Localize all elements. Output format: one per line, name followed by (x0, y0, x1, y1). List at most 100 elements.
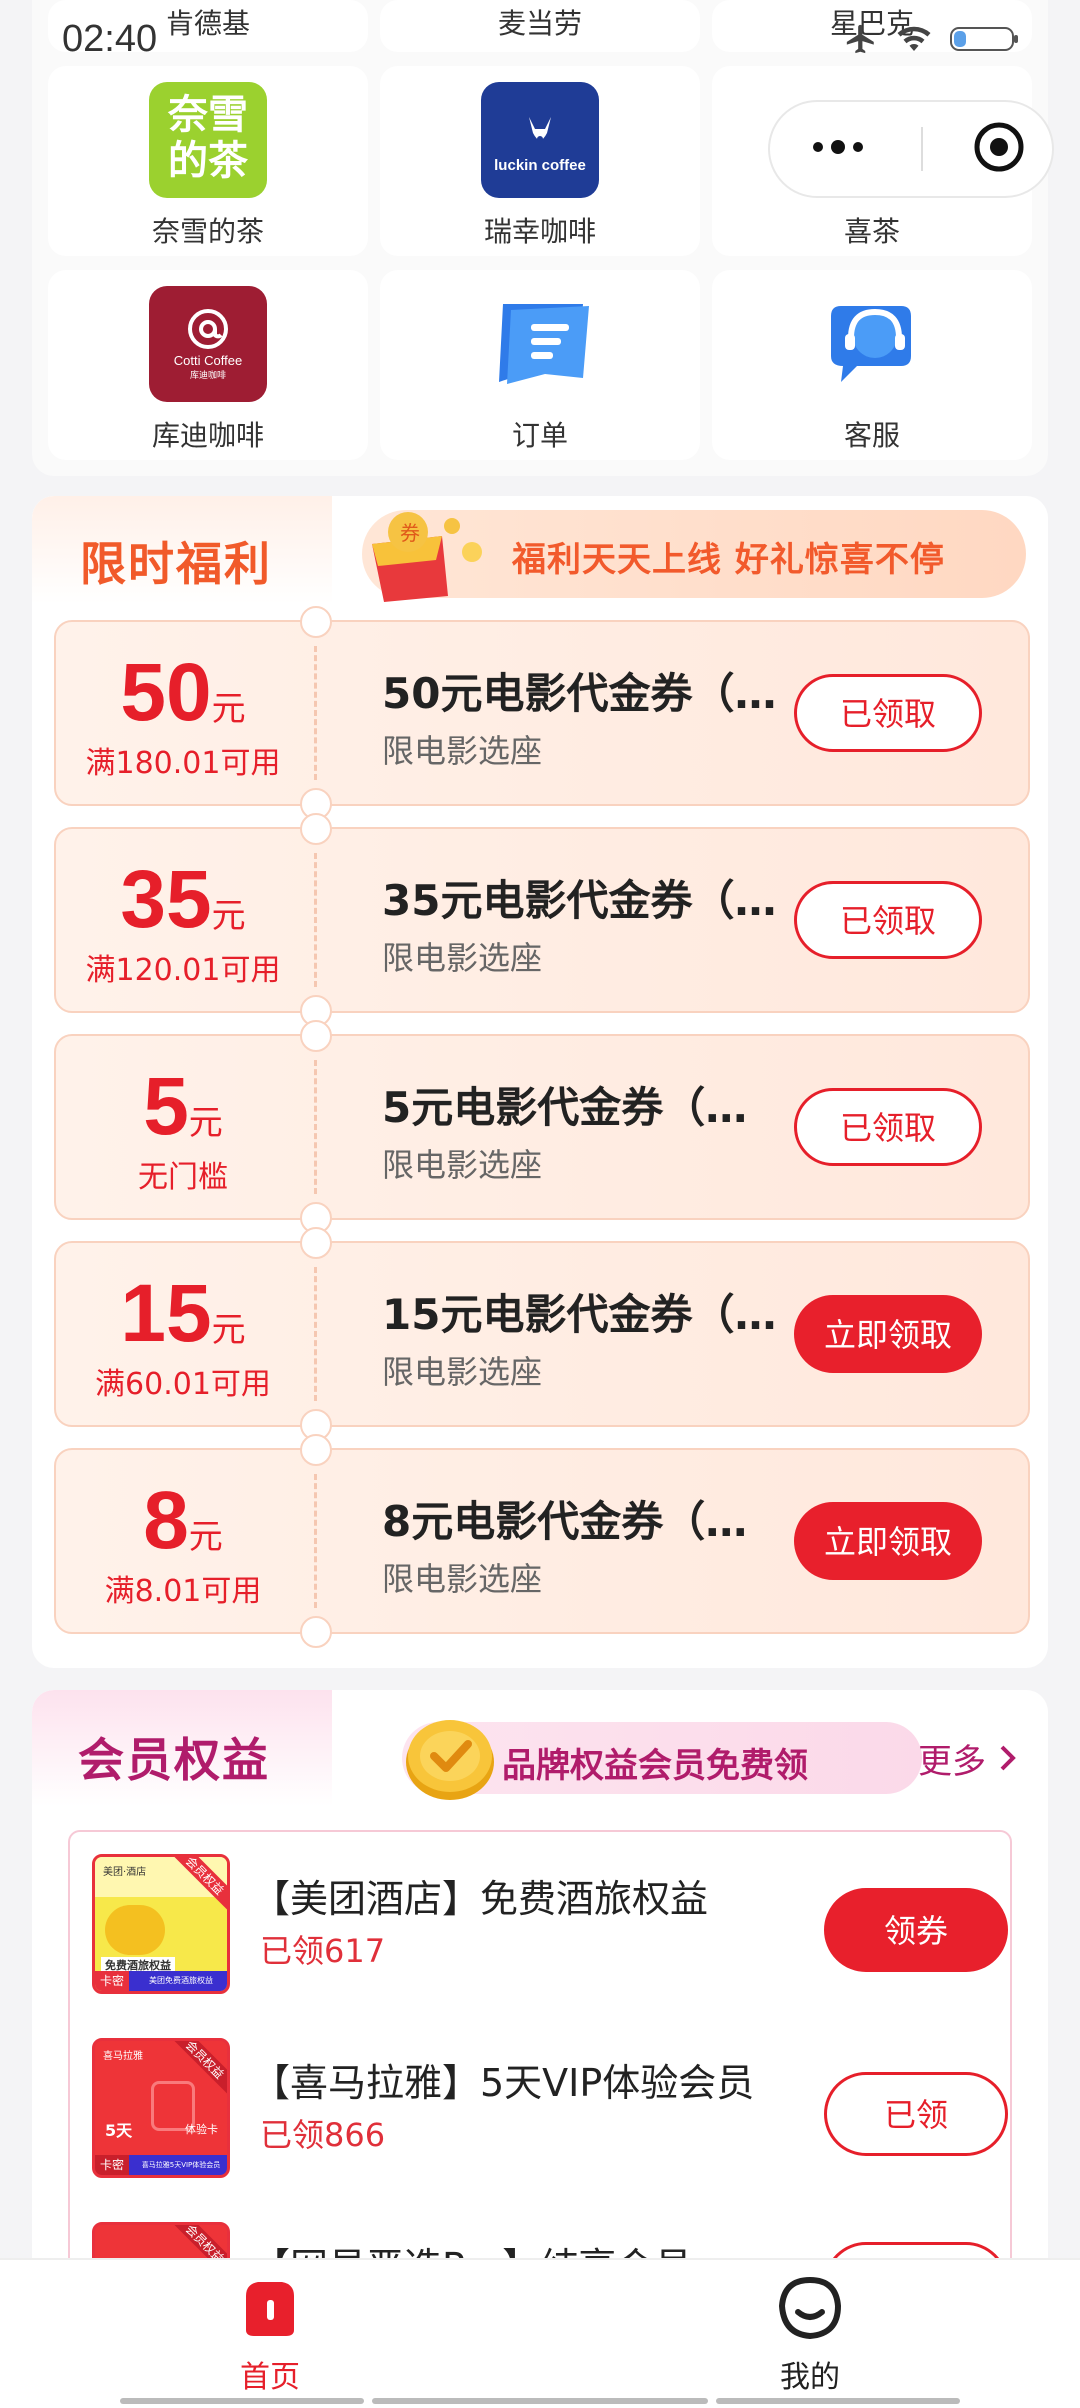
coupon-value: 8元 满8.01可用 (56, 1478, 310, 1610)
member-title: 会员权益 (32, 1690, 332, 1806)
coupon-claimed-button[interactable]: 已领取 (794, 674, 982, 752)
brand-tile-service[interactable]: 客服 (712, 270, 1032, 460)
benefit-name: 【喜马拉雅】5天VIP体验会员 (252, 2061, 755, 2105)
order-icon (481, 286, 599, 402)
battery-icon (950, 24, 1020, 58)
brand-label: 客服 (843, 419, 900, 452)
coupon-condition: 满120.01可用 (85, 953, 281, 988)
coupon-subtitle: 限电影选座 (382, 1353, 543, 1391)
chevron-right-icon (997, 1742, 1019, 1782)
brand-tile-naixue[interactable]: 奈雪 的茶 奈雪的茶 (48, 66, 368, 256)
brand-label: 瑞幸咖啡 (483, 215, 596, 248)
brand-tile-orders[interactable]: 订单 (380, 270, 700, 460)
wifi-icon (896, 24, 932, 58)
capsule-divider (921, 127, 923, 171)
gesture-bar (716, 2398, 960, 2404)
more-icon[interactable] (808, 137, 872, 161)
miniprogram-capsule (768, 100, 1054, 198)
close-miniprogram-icon[interactable] (972, 120, 1026, 178)
coupon-amount: 15 (120, 1268, 212, 1359)
coupon-divider (314, 1060, 317, 1194)
benefit-claimed-count: 已领866 (260, 2116, 386, 2154)
coupon-title: 8元电影代金券（… (382, 1497, 748, 1546)
luckin-logo: luckin coffee (481, 82, 599, 198)
coupon-unit: 元 (211, 1310, 246, 1350)
coupon-amount: 5 (143, 1061, 189, 1152)
card-footer: 美团免费酒旅权益 (129, 1971, 227, 1991)
coupon-subtitle: 限电影选座 (382, 1146, 543, 1184)
coupon-divider (314, 853, 317, 987)
coupon-subtitle: 限电影选座 (382, 939, 543, 977)
benefit-claimed-count: 已领617 (260, 1932, 386, 1970)
coupon-condition: 满8.01可用 (104, 1574, 262, 1609)
brand-tile-cotti[interactable]: Cotti Coffee 库迪咖啡 库迪咖啡 (48, 270, 368, 460)
status-bar: 02:40 (0, 0, 1080, 70)
cotti-logo-subtext: 库迪咖啡 (189, 371, 226, 381)
coupon-subtitle: 限电影选座 (382, 1560, 543, 1598)
luckin-logo-text: luckin coffee (494, 156, 586, 174)
gesture-bar (120, 2398, 364, 2404)
mascot-illustration (105, 1905, 165, 1955)
coupon-value: 5元 无门槛 (56, 1064, 310, 1196)
more-link-label: 更多 (918, 1742, 986, 1782)
coupon-unit: 元 (211, 689, 246, 729)
coupon-card: 5元 无门槛 5元电影代金券（… 限电影选座 已领取 (54, 1020, 1030, 1234)
coupon-condition: 无门槛 (138, 1160, 228, 1195)
profile-icon (776, 2276, 844, 2344)
brand-label: 库迪咖啡 (151, 419, 264, 452)
coupon-card: 15元 满60.01可用 15元电影代金券（… 限电影选座 立即领取 (54, 1227, 1030, 1441)
tab-home-label: 首页 (240, 2360, 300, 2395)
tab-home[interactable]: 首页 (170, 2276, 370, 2396)
coupon-card: 50元 满180.01可用 50元电影代金券（… 限电影选座 已领取 (54, 606, 1030, 820)
coupon-card: 35元 满120.01可用 35元电影代金券（… 限电影选座 已领取 (54, 813, 1030, 1027)
coupon-unit: 元 (211, 896, 246, 936)
status-icons (844, 22, 1020, 60)
brand-label: 喜茶 (843, 215, 900, 248)
coupon-unit: 元 (188, 1517, 223, 1557)
card-caption-secondary: 体验卡 (185, 2123, 218, 2136)
more-link[interactable]: 更多 (918, 1734, 1019, 1783)
card-footer: 喜马拉雅5天VIP体验会员 (129, 2155, 227, 2175)
coupon-claimed-button[interactable]: 已领取 (794, 881, 982, 959)
welfare-header: 限时福利 福利天天上线 好礼惊喜不停 券 (32, 496, 1048, 604)
gesture-bar (372, 2398, 708, 2404)
coupon-claim-button[interactable]: 立即领取 (794, 1502, 982, 1580)
coupon-title: 5元电影代金券（… (382, 1083, 748, 1132)
card-tag: 卡密 (95, 1971, 129, 1991)
benefit-name: 【美团酒店】免费酒旅权益 (252, 1877, 709, 1921)
status-time: 02:40 (62, 18, 158, 60)
coupon-value: 35元 满120.01可用 (56, 857, 310, 989)
coupon-condition: 满60.01可用 (95, 1367, 271, 1402)
welfare-title: 限时福利 (32, 496, 332, 604)
coupon-title: 15元电影代金券（… (382, 1290, 777, 1339)
ximalaya-card-image: 喜马拉雅 会员权益 5天 体验卡 卡密 喜马拉雅5天VIP体验会员 (92, 2038, 230, 2178)
airplane-icon (844, 22, 878, 60)
naixue-logo: 奈雪 的茶 (149, 82, 267, 198)
coupon-claim-button[interactable]: 立即领取 (794, 1295, 982, 1373)
claimed-button[interactable]: 已领 (824, 2072, 1008, 2156)
coupon-value: 15元 满60.01可用 (56, 1271, 310, 1403)
meituan-card-image: 美团·酒店 会员权益 免费酒旅权益 卡密 美团免费酒旅权益 (92, 1854, 230, 1994)
tab-profile[interactable]: 我的 (710, 2276, 910, 2396)
brand-tile-luckin[interactable]: luckin coffee 瑞幸咖啡 (380, 66, 700, 256)
cotti-logo-text: Cotti Coffee (173, 353, 243, 368)
limited-welfare-section: 限时福利 福利天天上线 好礼惊喜不停 券 50元 满180.01可用 50元电影… (32, 496, 1048, 1668)
card-caption: 5天 (105, 2121, 133, 2140)
cotti-logo: Cotti Coffee 库迪咖啡 (149, 286, 267, 402)
coupon-divider (314, 646, 317, 780)
coupon-claimed-button[interactable]: 已领取 (794, 1088, 982, 1166)
get-coupon-button[interactable]: 领券 (824, 1888, 1008, 1972)
coupon-subtitle: 限电影选座 (382, 732, 543, 770)
list-item[interactable]: 美团·酒店 会员权益 免费酒旅权益 卡密 美团免费酒旅权益 【美团酒店】免费酒旅… (92, 1854, 1008, 2004)
coupon-amount: 8 (143, 1475, 189, 1566)
coupon-unit: 元 (188, 1103, 223, 1143)
coupon-amount: 35 (120, 854, 212, 945)
coupon-card: 8元 满8.01可用 8元电影代金券（… 限电影选座 立即领取 (54, 1434, 1030, 1648)
bottom-navigation: 首页 我的 (0, 2258, 1080, 2408)
list-item[interactable]: 喜马拉雅 会员权益 5天 体验卡 卡密 喜马拉雅5天VIP体验会员 【喜马拉雅】… (92, 2038, 1008, 2188)
coupon-title: 35元电影代金券（… (382, 876, 777, 925)
home-icon (236, 2276, 304, 2344)
tab-profile-label: 我的 (780, 2360, 840, 2395)
brand-label: 奈雪的茶 (151, 215, 264, 248)
check-coin-icon (402, 1710, 498, 1806)
